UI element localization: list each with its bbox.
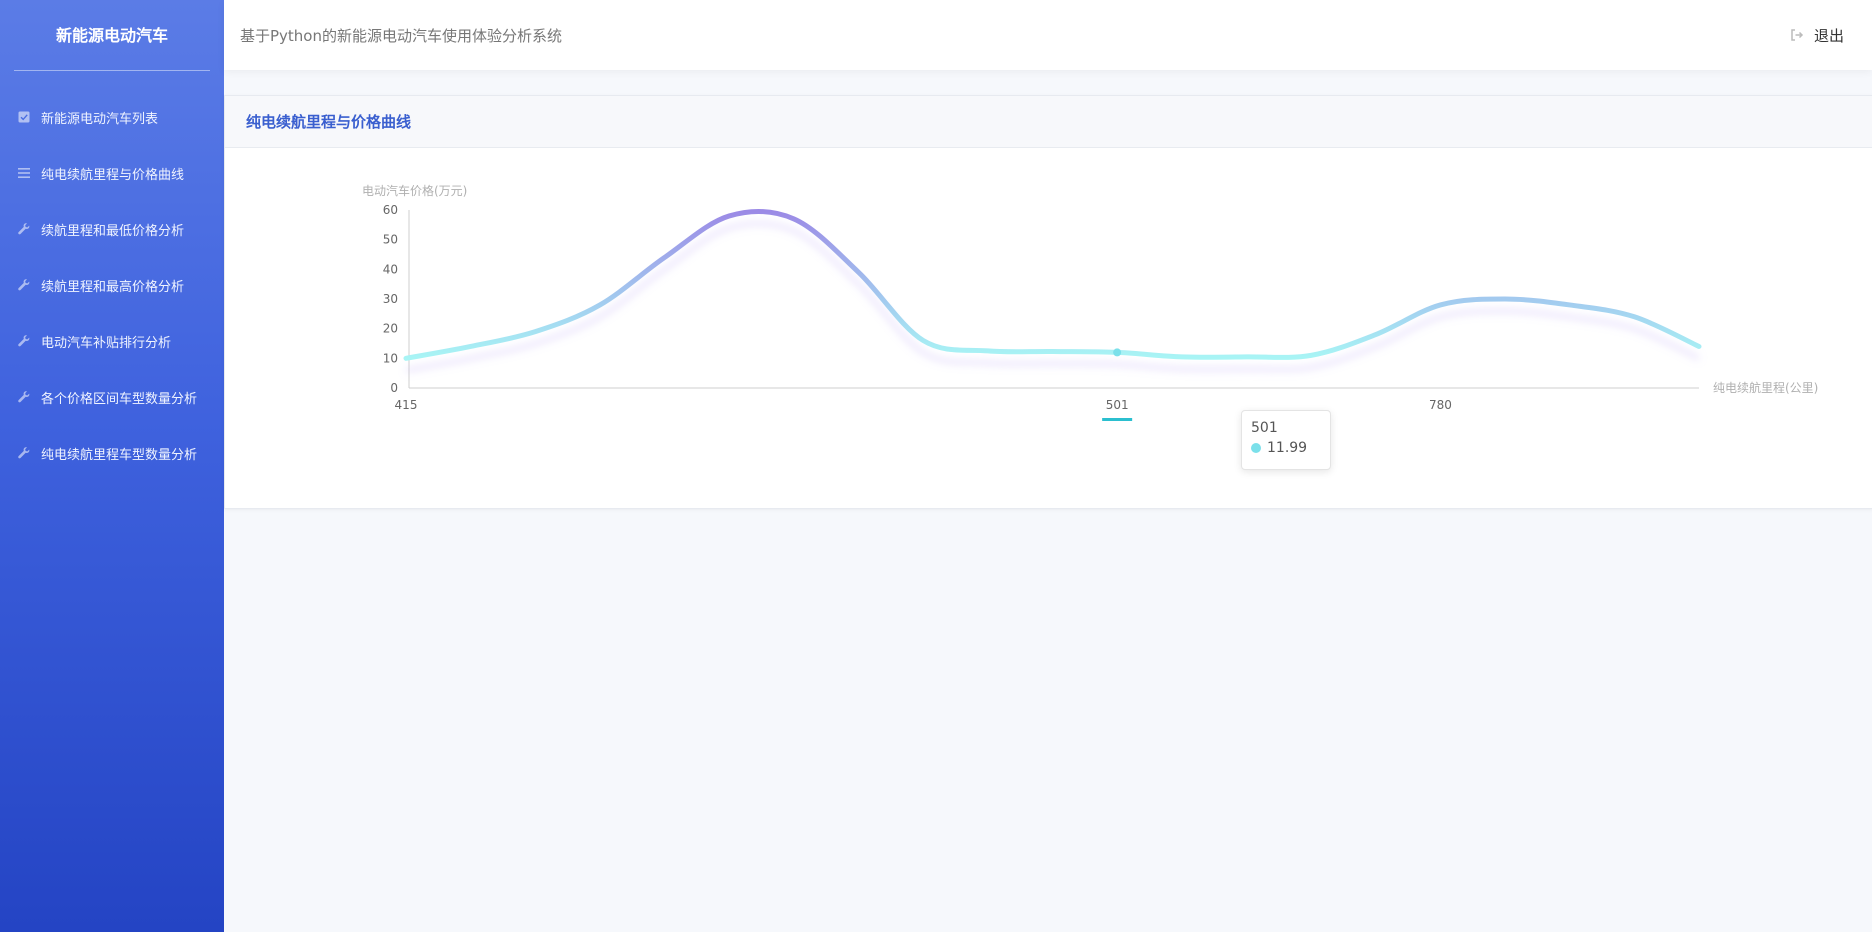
- x-tick-label: 415: [395, 398, 418, 412]
- sidebar: 新能源电动汽车 新能源电动汽车列表 纯电续航里程与价格曲线 续航里程和最低价格分…: [0, 0, 224, 932]
- series-line: [403, 208, 1702, 361]
- y-tick-label: 50: [383, 233, 398, 247]
- top-header: 基于Python的新能源电动汽车使用体验分析系统 退出: [224, 0, 1872, 70]
- y-tick-label: 30: [383, 292, 398, 306]
- x-axis-title: 纯电续航里程(公里): [1713, 380, 1818, 395]
- x-axis: 纯电续航里程(公里) 415 501 780: [395, 380, 1819, 412]
- sidebar-item-range-price-curve[interactable]: 纯电续航里程与价格曲线: [0, 145, 224, 201]
- list-icon: [18, 167, 30, 179]
- sidebar-item-range-model-count[interactable]: 纯电续航里程车型数量分析: [0, 425, 224, 481]
- chart-tooltip: 501 11.99: [1241, 410, 1331, 470]
- wrench-icon: [18, 279, 30, 291]
- chart-panel: 纯电续航里程与价格曲线 电动汽车价格(万元) 0 10 20 30 40 50 60 纯电续航…: [224, 95, 1872, 509]
- y-tick-label: 20: [383, 322, 398, 336]
- y-tick-label: 40: [383, 262, 398, 276]
- y-tick-label: 0: [390, 381, 398, 395]
- sidebar-item-label: 纯电续航里程车型数量分析: [41, 447, 198, 463]
- wrench-icon: [18, 391, 30, 403]
- wrench-icon: [18, 335, 30, 347]
- wrench-icon: [18, 447, 30, 459]
- sidebar-item-label: 各个价格区间车型数量分析: [41, 391, 198, 407]
- sidebar-nav: 新能源电动汽车列表 纯电续航里程与价格曲线 续航里程和最低价格分析 续航里程和最…: [0, 89, 224, 481]
- sidebar-item-subsidy-ranking[interactable]: 电动汽车补贴排行分析: [0, 313, 224, 369]
- sidebar-item-label: 续航里程和最低价格分析: [41, 223, 185, 239]
- tooltip-value: 11.99: [1267, 440, 1308, 456]
- line-chart[interactable]: 电动汽车价格(万元) 0 10 20 30 40 50 60 纯电续航里程(公里) 415 501…: [225, 148, 1872, 508]
- wrench-icon: [18, 223, 30, 235]
- sidebar-item-range-min-price[interactable]: 续航里程和最低价格分析: [0, 201, 224, 257]
- x-tick-label: 780: [1429, 398, 1452, 412]
- y-axis-title: 电动汽车价格(万元): [362, 183, 467, 198]
- sidebar-item-label: 新能源电动汽车列表: [41, 111, 159, 127]
- highlight-point: [1113, 348, 1122, 357]
- y-tick-label: 10: [383, 351, 398, 365]
- brand-divider: [14, 70, 210, 71]
- panel-title: 纯电续航里程与价格曲线: [246, 113, 412, 131]
- tooltip-x-label: 501: [1251, 420, 1278, 436]
- tooltip-value-row: 11.99: [1251, 440, 1330, 456]
- checkbox-icon: [18, 111, 30, 123]
- panel-header: 纯电续航里程与价格曲线: [225, 96, 1872, 148]
- sign-out-icon: [1790, 28, 1804, 42]
- y-tick-label: 60: [383, 203, 398, 217]
- sidebar-item-label: 续航里程和最高价格分析: [41, 279, 185, 295]
- sidebar-item-range-max-price[interactable]: 续航里程和最高价格分析: [0, 257, 224, 313]
- logout-label: 退出: [1813, 26, 1844, 45]
- sidebar-item-price-range-count[interactable]: 各个价格区间车型数量分析: [0, 369, 224, 425]
- chart-svg: 电动汽车价格(万元) 0 10 20 30 40 50 60 纯电续航里程(公里) 415 501…: [362, 183, 1819, 421]
- logout-button[interactable]: 退出: [1790, 0, 1844, 70]
- sidebar-item-ev-list[interactable]: 新能源电动汽车列表: [0, 89, 224, 145]
- tooltip-series-dot: [1251, 443, 1261, 453]
- x-tick-label: 501: [1106, 398, 1129, 412]
- sidebar-item-label: 纯电续航里程与价格曲线: [41, 167, 185, 183]
- highlight-tick-indicator: [1102, 418, 1133, 421]
- sidebar-item-label: 电动汽车补贴排行分析: [41, 335, 172, 351]
- brand-title: 新能源电动汽车: [55, 26, 168, 45]
- system-title: 基于Python的新能源电动汽车使用体验分析系统: [240, 26, 562, 45]
